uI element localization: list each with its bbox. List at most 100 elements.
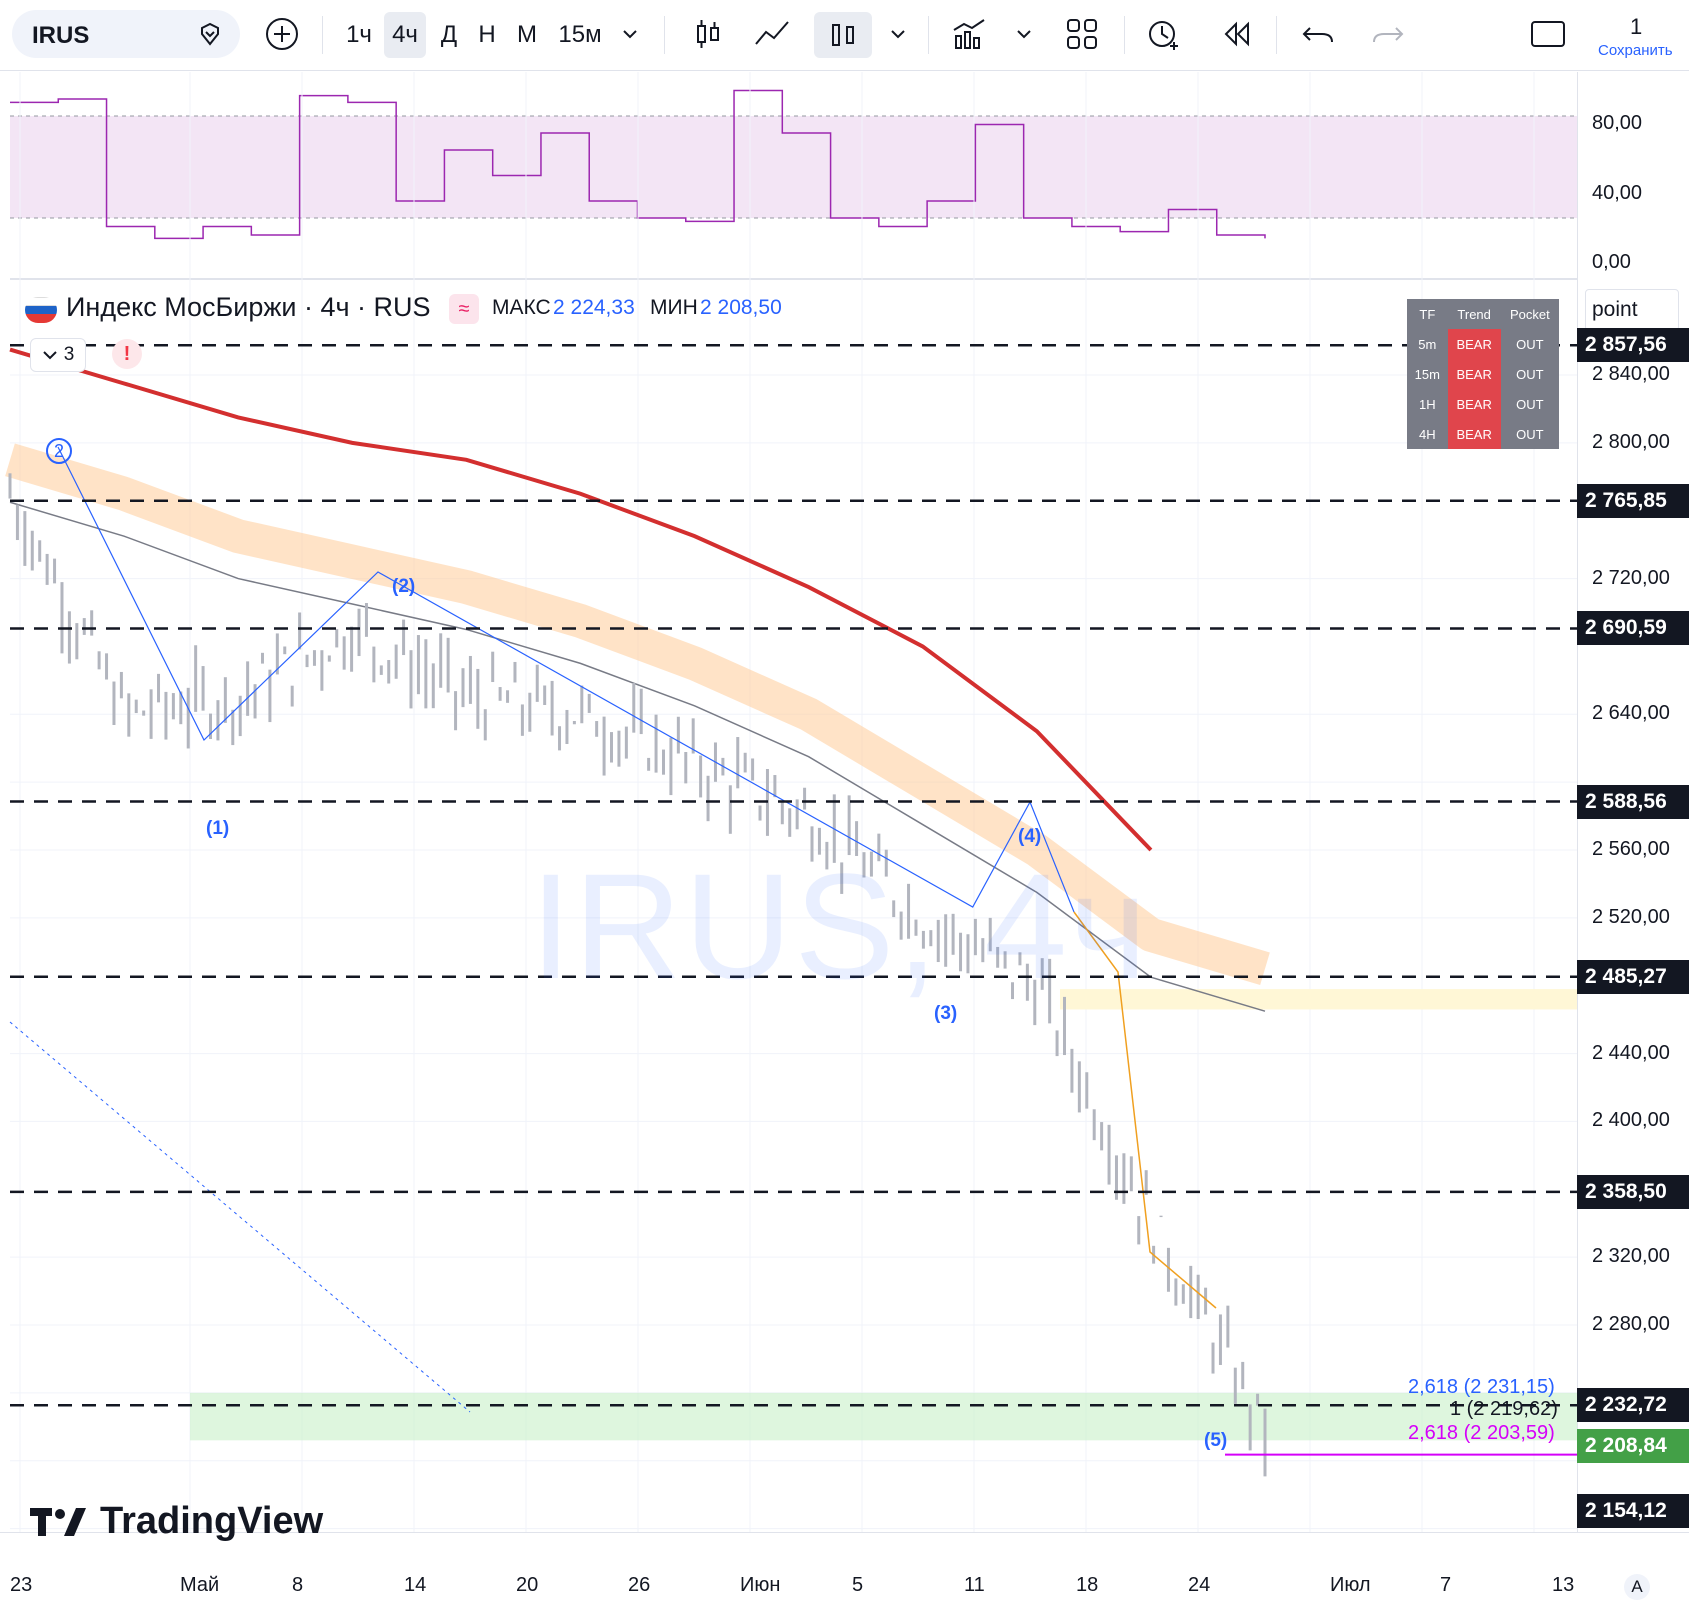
interval-week-button[interactable]: Н <box>472 12 502 58</box>
interval-1h-button[interactable]: 1ч <box>338 12 380 58</box>
point-input[interactable]: point <box>1585 289 1679 331</box>
toolbar-divider <box>1276 16 1277 54</box>
symbol-watermark: IRUS, 4ч <box>530 842 1150 1010</box>
table-header: Trend <box>1457 306 1491 322</box>
bars-icon <box>832 24 854 46</box>
rsi-pane <box>10 89 1577 240</box>
time-axis-label: Июн <box>740 1574 781 1596</box>
toolbar-divider <box>322 16 323 54</box>
table-cell: 5m <box>1418 336 1437 352</box>
bars-style-button[interactable] <box>814 12 872 58</box>
price-axis-label: 2 440,00 <box>1592 1041 1670 1064</box>
symbol-text: IRUS <box>32 22 90 49</box>
max-label: МАКС <box>492 296 551 319</box>
min-label: МИН <box>650 296 698 319</box>
redo-icon[interactable] <box>1370 16 1406 52</box>
replay-icon[interactable] <box>1218 16 1254 52</box>
alert-clock-icon[interactable] <box>1146 16 1182 52</box>
wave-label-2: (2) <box>392 576 416 597</box>
table-cell: BEAR <box>1447 389 1501 419</box>
symbol-search-box[interactable]: IRUS <box>12 10 240 58</box>
price-axis-label: 2 560,00 <box>1592 838 1670 860</box>
diamond-icon[interactable] <box>196 20 224 48</box>
price-axis-label: 2 800,00 <box>1592 430 1670 453</box>
indicators-collapse-button[interactable]: 3 <box>30 338 86 372</box>
table-header: Pocket <box>1509 306 1550 322</box>
table-cell: OUT <box>1516 336 1544 352</box>
wave-label-1: (1) <box>206 818 230 839</box>
fullscreen-icon[interactable] <box>1530 16 1566 52</box>
undo-icon[interactable] <box>1300 16 1336 52</box>
line-chart-icon[interactable] <box>754 16 790 52</box>
chevron-down-icon[interactable] <box>886 16 910 52</box>
toolbar-divider <box>928 16 929 54</box>
russia-flag-icon <box>25 297 57 323</box>
indicator-count: 3 <box>63 344 75 365</box>
tradingview-logo[interactable]: TradingView <box>30 1500 323 1543</box>
price-tag[interactable]: 2 154,12 <box>1577 1494 1689 1528</box>
toolbar-divider <box>664 16 665 54</box>
wave-label-4: (4) <box>1018 826 1042 847</box>
price-tag[interactable]: 2 485,27 <box>1577 959 1689 994</box>
price-tag[interactable]: 2 358,50 <box>1577 1174 1689 1209</box>
interval-15m-button[interactable]: 15м <box>552 12 608 58</box>
price-tag[interactable]: 2 208,84 <box>1577 1428 1689 1463</box>
chart-title[interactable]: Индекс МосБиржи · 4ч · RUS <box>66 292 431 323</box>
interval-month-button[interactable]: М <box>510 12 544 58</box>
time-axis-label: 8 <box>292 1574 304 1596</box>
time-scale[interactable] <box>0 1532 1689 1610</box>
table-cell: OUT <box>1516 426 1544 442</box>
price-axis-label: 2 400,00 <box>1592 1109 1670 1132</box>
table-cell: OUT <box>1516 366 1544 382</box>
price-tag[interactable]: 2 690,59 <box>1577 611 1689 646</box>
max-value: 2 224,33 <box>553 296 635 319</box>
time-axis-label: 18 <box>1076 1574 1099 1596</box>
price-tag[interactable]: 2 765,85 <box>1577 483 1689 518</box>
time-axis-label: 11 <box>964 1574 985 1596</box>
approx-icon[interactable]: ≈ <box>449 294 479 324</box>
trend-dotted-line <box>9 1021 471 1413</box>
time-axis-label: Июл <box>1330 1574 1371 1596</box>
price-axis-label: 2 520,00 <box>1592 905 1670 928</box>
zones <box>9 989 1577 1441</box>
interval-4h-button[interactable]: 4ч <box>384 12 426 58</box>
price-tag[interactable]: 2 857,56 <box>1577 328 1689 363</box>
fib-label-lower: 2,618 (2 203,59) <box>1408 1422 1555 1444</box>
interval-day-button[interactable]: Д <box>434 12 464 58</box>
candles-icon[interactable] <box>690 16 726 52</box>
warning-icon[interactable]: ! <box>112 339 142 369</box>
price-axis-label: 2 640,00 <box>1592 702 1670 725</box>
time-axis-label: 23 <box>10 1574 33 1596</box>
time-axis-label: 5 <box>852 1574 864 1596</box>
fib-label-upper: 2,618 (2 231,15) <box>1408 1376 1555 1398</box>
add-symbol-icon[interactable] <box>264 16 300 52</box>
time-axis-label: 14 <box>404 1574 427 1596</box>
table-cell: BEAR <box>1447 359 1501 389</box>
chart-canvas[interactable] <box>0 72 1577 1532</box>
time-axis-label: 13 <box>1552 1574 1575 1596</box>
table-cell: OUT <box>1516 396 1544 412</box>
time-axis-label: 20 <box>516 1574 539 1596</box>
indicators-icon[interactable] <box>952 16 988 52</box>
time-axis-label: 24 <box>1188 1574 1211 1596</box>
rsi-axis-label: 40,00 <box>1592 182 1643 204</box>
wave-label-circle-2: 2 <box>46 438 72 464</box>
save-button[interactable]: Сохранить <box>1598 42 1673 59</box>
auto-scale-button[interactable]: A <box>1624 1574 1650 1600</box>
table-cell: 4H <box>1419 426 1436 442</box>
chevron-down-icon[interactable] <box>618 16 642 52</box>
chevron-down-icon[interactable] <box>1012 16 1036 52</box>
layout-grid-icon[interactable] <box>1064 16 1100 52</box>
chevron-down-icon <box>42 351 57 360</box>
wave-label-3: (3) <box>934 1003 958 1024</box>
price-tag[interactable]: 2 232,72 <box>1577 1388 1689 1423</box>
tradingview-logo-icon <box>30 1507 86 1536</box>
green-zone <box>190 1392 1577 1441</box>
rsi-axis-label: 80,00 <box>1592 112 1643 134</box>
price-tag[interactable]: 2 588,56 <box>1577 784 1689 819</box>
table-header: TF <box>1419 306 1436 322</box>
table-cell: 1H <box>1419 396 1436 412</box>
ema-red-line <box>9 347 1153 852</box>
toolbar-divider <box>1124 16 1125 54</box>
price-axis-label: 2 280,00 <box>1592 1313 1670 1335</box>
